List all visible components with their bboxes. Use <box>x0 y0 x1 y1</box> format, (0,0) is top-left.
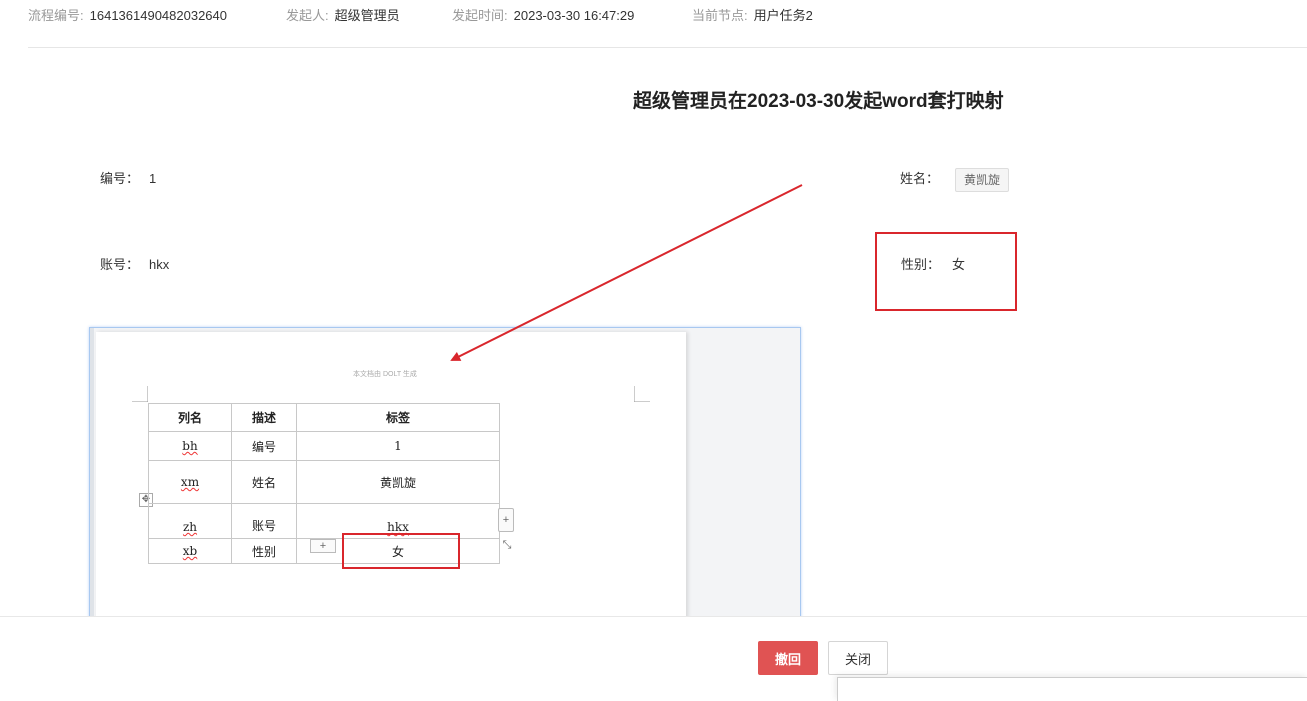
header-divider <box>28 47 1307 48</box>
initiator-value: 超级管理员 <box>334 8 400 23</box>
field-name-value: 黄凯旋 <box>955 168 1009 192</box>
header-col-tag: 标签 <box>296 403 500 432</box>
cell-col-text: xm <box>180 475 200 489</box>
cell-col: bh <box>148 431 232 461</box>
start-time-label: 发起时间: <box>452 8 508 23</box>
cell-col: xb <box>148 538 232 564</box>
table-row: xm 姓名 黄凯旋 <box>148 460 500 504</box>
cell-desc: 姓名 <box>231 460 297 504</box>
cell-tag: 黄凯旋 <box>296 460 500 504</box>
doc-left-strip <box>90 328 94 633</box>
cell-desc: 账号 <box>231 503 297 539</box>
process-number-label: 流程编号: <box>28 8 84 23</box>
cell-desc: 编号 <box>231 431 297 461</box>
cell-tag-text: hkx <box>387 520 409 534</box>
cell-col: xm <box>148 460 232 504</box>
field-name: 姓名： <box>900 168 939 187</box>
field-name-label: 姓名： <box>900 171 940 186</box>
corner-mark-top-left <box>132 386 148 402</box>
process-number-value: 1641361490482032640 <box>89 8 227 23</box>
current-node-value: 用户任务2 <box>753 8 813 23</box>
field-account-value: hkx <box>149 257 170 272</box>
field-number-label: 编号： <box>100 171 140 186</box>
table-row: bh 编号 1 <box>148 431 500 461</box>
field-number: 编号： 1 <box>100 168 156 187</box>
process-number: 流程编号: 1641361490482032640 <box>28 5 227 24</box>
cell-desc: 性别 <box>231 538 297 564</box>
start-time: 发起时间: 2023-03-30 16:47:29 <box>452 5 634 24</box>
current-node: 当前节点: 用户任务2 <box>692 5 813 24</box>
overlay-panel-edge <box>837 677 1307 701</box>
word-document-preview[interactable]: 本文档由 DOLT 生成 ✥ 列名 描述 标签 bh 编号 1 xm 姓名 黄凯… <box>89 327 801 634</box>
initiator: 发起人: 超级管理员 <box>286 5 400 24</box>
process-meta-bar: 流程编号: 1641361490482032640 发起人: 超级管理员 发起时间:… <box>0 0 1307 26</box>
revoke-button[interactable]: 撤回 <box>758 641 818 675</box>
header-col-name: 列名 <box>148 403 232 432</box>
corner-mark-top-right <box>634 386 650 402</box>
cell-col-text: zh <box>182 520 198 534</box>
field-account: 账号： hkx <box>100 254 169 273</box>
table-resize-handle[interactable]: ⤡ <box>500 539 514 553</box>
header-col-desc: 描述 <box>231 403 297 432</box>
current-node-label: 当前节点: <box>692 8 748 23</box>
field-account-label: 账号： <box>100 257 140 272</box>
add-column-button[interactable]: + <box>498 508 514 532</box>
field-number-value: 1 <box>149 171 157 186</box>
doc-header-text: 本文档由 DOLT 生成 <box>353 371 417 378</box>
gender-cell-highlight-box <box>342 533 460 569</box>
cell-col: zh <box>148 503 232 539</box>
table-header-row: 列名 描述 标签 <box>148 403 500 432</box>
cell-tag: 1 <box>296 431 500 461</box>
initiator-label: 发起人: <box>286 8 329 23</box>
close-button[interactable]: 关闭 <box>828 641 888 675</box>
add-row-button[interactable]: + <box>310 539 336 553</box>
start-time-value: 2023-03-30 16:47:29 <box>513 8 635 23</box>
cell-col-text: bh <box>182 439 198 453</box>
doc-page: 本文档由 DOLT 生成 ✥ 列名 描述 标签 bh 编号 1 xm 姓名 黄凯… <box>96 332 686 633</box>
form-title: 超级管理员在2023-03-30发起word套打映射 <box>633 91 1004 112</box>
cell-col-text: xb <box>182 544 198 558</box>
gender-highlight-box <box>875 232 1017 311</box>
